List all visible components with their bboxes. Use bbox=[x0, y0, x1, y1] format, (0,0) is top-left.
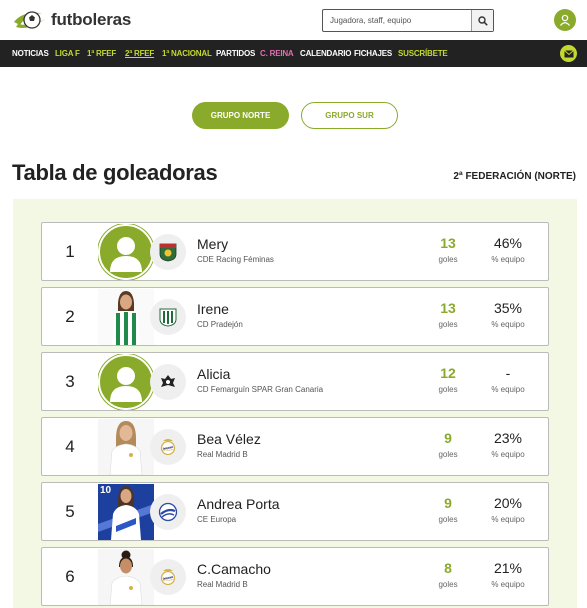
player-photo bbox=[98, 224, 154, 280]
rank-number: 2 bbox=[65, 307, 75, 326]
top-header: futboleras bbox=[0, 0, 587, 40]
player-photo bbox=[98, 549, 154, 605]
player-club: CD Femarguín SPAR Gran Canaria bbox=[197, 385, 324, 394]
player-club: CD Pradejón bbox=[197, 320, 243, 329]
rank-number: 5 bbox=[65, 502, 75, 521]
team-percent-label: % equipo bbox=[491, 450, 525, 459]
site-logo[interactable]: futboleras bbox=[12, 7, 131, 33]
team-percent-value: 46% bbox=[493, 235, 523, 251]
nav-item-1-rfef[interactable]: 1ª RFEF bbox=[87, 49, 116, 58]
player-name: Bea Vélez bbox=[197, 431, 261, 447]
rank-number: 4 bbox=[65, 437, 75, 456]
user-account-button[interactable] bbox=[554, 9, 576, 31]
group-sur-button[interactable]: GRUPO SUR bbox=[301, 102, 398, 129]
group-norte-button[interactable]: GRUPO NORTE bbox=[192, 102, 289, 129]
club-crest-icon bbox=[150, 299, 186, 335]
newsletter-button[interactable] bbox=[560, 45, 577, 62]
goals-label: goles bbox=[438, 255, 458, 264]
search-box bbox=[322, 9, 494, 32]
team-percent-label: % equipo bbox=[491, 580, 525, 589]
goals-label: goles bbox=[438, 320, 458, 329]
scorer-row[interactable]: 5 10 Andrea Porta CE Europa 9 goles 20% … bbox=[41, 482, 549, 541]
club-crest-icon bbox=[150, 364, 186, 400]
team-percent-value: 23% bbox=[493, 430, 523, 446]
club-crest-icon: MCF bbox=[150, 559, 186, 595]
player-name: Andrea Porta bbox=[197, 496, 280, 512]
avatar-placeholder-icon bbox=[98, 354, 154, 410]
player-club: CDE Racing Féminas bbox=[197, 255, 274, 264]
goals-value: 12 bbox=[440, 365, 456, 381]
mail-icon bbox=[563, 49, 574, 57]
goals-label: goles bbox=[438, 385, 458, 394]
avatar-placeholder-icon bbox=[98, 224, 154, 280]
scorer-row[interactable]: 4 MCF Bea Vélez Real Madrid B 9 goles 23… bbox=[41, 417, 549, 476]
page-title: Tabla de goleadoras bbox=[12, 160, 218, 185]
rank-number: 6 bbox=[65, 567, 75, 586]
team-percent-value: 35% bbox=[493, 300, 523, 316]
nav-item-c-reina[interactable]: C. REINA bbox=[260, 49, 294, 58]
nav-item-liga-f[interactable]: LIGA F bbox=[55, 49, 80, 58]
search-input[interactable] bbox=[323, 10, 471, 31]
team-percent-label: % equipo bbox=[491, 385, 525, 394]
nav-item-fichajes[interactable]: FICHAJES bbox=[354, 49, 392, 58]
team-percent-value: 21% bbox=[493, 560, 523, 576]
main-nav: NOTICIAS LIGA F 1ª RFEF 2ª RFEF 1ª NACIO… bbox=[0, 40, 587, 67]
goals-label: goles bbox=[438, 450, 458, 459]
nav-item-calendario[interactable]: CALENDARIO bbox=[300, 49, 352, 58]
team-percent-label: % equipo bbox=[491, 255, 525, 264]
team-percent-value: - bbox=[505, 365, 511, 381]
goals-value: 9 bbox=[444, 495, 452, 511]
player-photo bbox=[98, 354, 154, 410]
search-icon bbox=[477, 15, 488, 26]
scorer-row[interactable]: 3 Alicia CD Femarguín SPAR Gran Canaria … bbox=[41, 352, 549, 411]
goals-label: goles bbox=[438, 580, 458, 589]
player-club: CE Europa bbox=[197, 515, 237, 524]
team-percent-label: % equipo bbox=[491, 320, 525, 329]
svg-text:MCF: MCF bbox=[163, 447, 174, 453]
nav-item-partidos[interactable]: PARTIDOS bbox=[216, 49, 255, 58]
player-name: C.Camacho bbox=[197, 561, 271, 577]
goals-value: 8 bbox=[444, 560, 452, 576]
rank-number: 3 bbox=[65, 372, 75, 391]
player-name: Mery bbox=[197, 236, 229, 252]
club-crest-icon bbox=[150, 494, 186, 530]
competition-label: 2ª FEDERACIÓN (NORTE) bbox=[453, 171, 576, 182]
scorer-row[interactable]: 1 Mery CDE Racing Féminas 13 goles 46% %… bbox=[41, 222, 549, 281]
scorer-row[interactable]: 6 MCF C.Camacho Real Madrid B 8 goles 21… bbox=[41, 547, 549, 606]
site-name: futboleras bbox=[51, 10, 132, 29]
goals-value: 13 bbox=[440, 235, 456, 251]
player-club: Real Madrid B bbox=[197, 580, 248, 589]
goals-value: 9 bbox=[444, 430, 452, 446]
ball-logo-icon bbox=[14, 11, 45, 29]
rank-number: 1 bbox=[65, 242, 75, 261]
nav-item-1-nacional[interactable]: 1ª NACIONAL bbox=[162, 49, 212, 58]
user-icon bbox=[559, 14, 571, 26]
player-club: Real Madrid B bbox=[197, 450, 248, 459]
scorer-row[interactable]: 2 Irene CD Pradejón 13 goles 35% % equip… bbox=[41, 287, 549, 346]
nav-item-suscribete[interactable]: SUSCRÍBETE bbox=[398, 49, 448, 58]
player-photo bbox=[98, 419, 154, 475]
search-button[interactable] bbox=[471, 10, 493, 31]
player-name: Irene bbox=[197, 301, 229, 317]
nav-item-noticias[interactable]: NOTICIAS bbox=[12, 49, 49, 58]
svg-text:MCF: MCF bbox=[163, 577, 174, 583]
nav-item-2-rfef[interactable]: 2ª RFEF bbox=[125, 49, 154, 58]
club-crest-icon: MCF bbox=[150, 429, 186, 465]
goals-value: 13 bbox=[440, 300, 456, 316]
player-photo bbox=[98, 289, 154, 345]
goals-label: goles bbox=[438, 515, 458, 524]
player-name: Alicia bbox=[197, 366, 231, 382]
player-photo: 10 bbox=[98, 484, 154, 540]
team-percent-label: % equipo bbox=[491, 515, 525, 524]
team-percent-value: 20% bbox=[493, 495, 523, 511]
club-crest-icon bbox=[150, 234, 186, 270]
shirt-number: 10 bbox=[100, 485, 112, 496]
